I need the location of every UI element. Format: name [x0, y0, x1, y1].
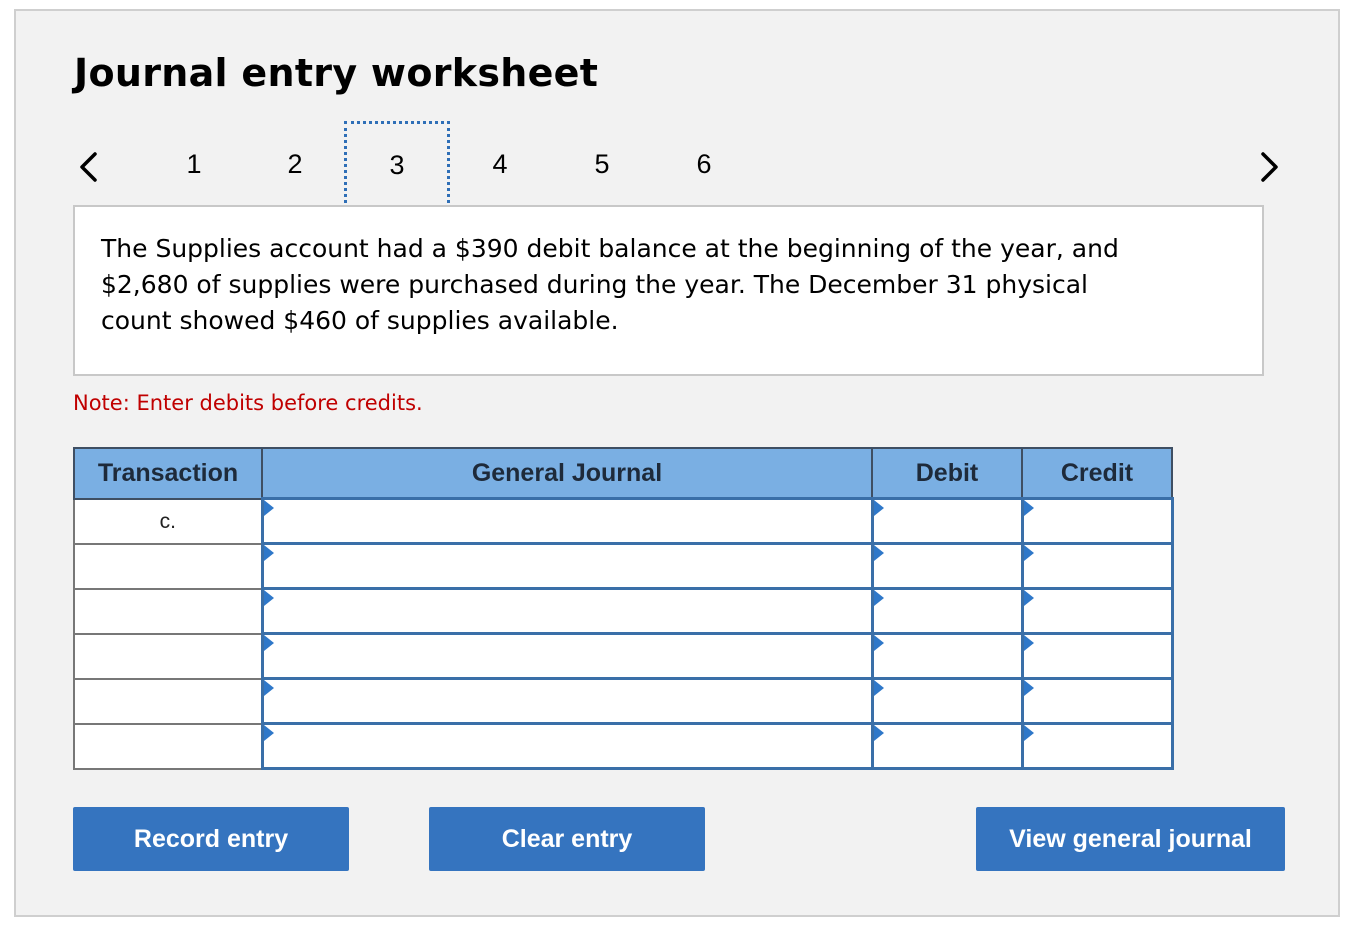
pagination: 1 2 3 4 5 6 — [16, 121, 1338, 211]
debit-field[interactable] — [870, 722, 1024, 770]
debit-input[interactable] — [873, 680, 1021, 722]
table-row — [73, 677, 1174, 725]
transaction-cell — [73, 542, 263, 590]
current-page-label: 3 — [389, 150, 405, 180]
credit-field[interactable] — [1020, 722, 1174, 770]
debit-input[interactable] — [873, 590, 1021, 632]
account-field[interactable] — [260, 542, 874, 590]
account-input[interactable] — [263, 500, 871, 542]
credit-field[interactable] — [1020, 587, 1174, 635]
table-row — [73, 632, 1174, 680]
account-field[interactable] — [260, 677, 874, 725]
table-row — [73, 722, 1174, 770]
entry-note: Note: Enter debits before credits. — [73, 391, 423, 415]
table-row — [73, 587, 1174, 635]
page-3-current[interactable]: 3 — [344, 121, 450, 209]
prev-page-button[interactable] — [68, 147, 108, 187]
debit-input[interactable] — [873, 725, 1021, 767]
table-row: c. — [73, 497, 1174, 545]
debit-field[interactable] — [870, 542, 1024, 590]
scenario-box: The Supplies account had a $390 debit ba… — [73, 205, 1264, 376]
debit-field[interactable] — [870, 677, 1024, 725]
credit-input[interactable] — [1023, 500, 1171, 542]
debit-field[interactable] — [870, 632, 1024, 680]
page-6[interactable]: 6 — [684, 149, 724, 180]
page-2[interactable]: 2 — [275, 149, 315, 180]
clear-entry-button[interactable]: Clear entry — [429, 807, 705, 871]
next-page-button[interactable] — [1250, 147, 1290, 187]
credit-input[interactable] — [1023, 590, 1171, 632]
account-field[interactable] — [260, 632, 874, 680]
account-field[interactable] — [260, 497, 874, 545]
page-title: Journal entry worksheet — [74, 51, 599, 95]
transaction-cell — [73, 722, 263, 770]
transaction-header: Transaction — [73, 447, 263, 500]
record-entry-button[interactable]: Record entry — [73, 807, 349, 871]
journal-table: Transaction General Journal Debit Credit… — [73, 447, 1174, 770]
account-field[interactable] — [260, 722, 874, 770]
debit-input[interactable] — [873, 545, 1021, 587]
scenario-text: The Supplies account had a $390 debit ba… — [101, 234, 1119, 335]
page-5[interactable]: 5 — [582, 149, 622, 180]
transaction-cell — [73, 587, 263, 635]
account-input[interactable] — [263, 635, 871, 677]
account-input[interactable] — [263, 545, 871, 587]
chevron-right-icon — [1261, 152, 1278, 182]
credit-field[interactable] — [1020, 677, 1174, 725]
credit-input[interactable] — [1023, 635, 1171, 677]
transaction-cell — [73, 632, 263, 680]
page-1[interactable]: 1 — [174, 149, 214, 180]
credit-field[interactable] — [1020, 497, 1174, 545]
account-field[interactable] — [260, 587, 874, 635]
table-row — [73, 542, 1174, 590]
credit-field[interactable] — [1020, 542, 1174, 590]
credit-input[interactable] — [1023, 680, 1171, 722]
credit-field[interactable] — [1020, 632, 1174, 680]
debit-field[interactable] — [870, 587, 1024, 635]
debit-header: Debit — [871, 447, 1023, 500]
debit-input[interactable] — [873, 500, 1021, 542]
debit-input[interactable] — [873, 635, 1021, 677]
transaction-cell — [73, 677, 263, 725]
credit-header: Credit — [1021, 447, 1173, 500]
debit-field[interactable] — [870, 497, 1024, 545]
account-input[interactable] — [263, 590, 871, 632]
page-4[interactable]: 4 — [480, 149, 520, 180]
credit-input[interactable] — [1023, 725, 1171, 767]
chevron-left-icon — [80, 152, 97, 182]
account-input[interactable] — [263, 680, 871, 722]
credit-input[interactable] — [1023, 545, 1171, 587]
journal-header-row: Transaction General Journal Debit Credit — [73, 447, 1173, 500]
general-journal-header: General Journal — [261, 447, 873, 500]
worksheet-panel: Journal entry worksheet 1 2 3 4 5 6 The … — [14, 9, 1340, 917]
view-general-journal-button[interactable]: View general journal — [976, 807, 1285, 871]
account-input[interactable] — [263, 725, 871, 767]
transaction-cell: c. — [73, 497, 263, 545]
